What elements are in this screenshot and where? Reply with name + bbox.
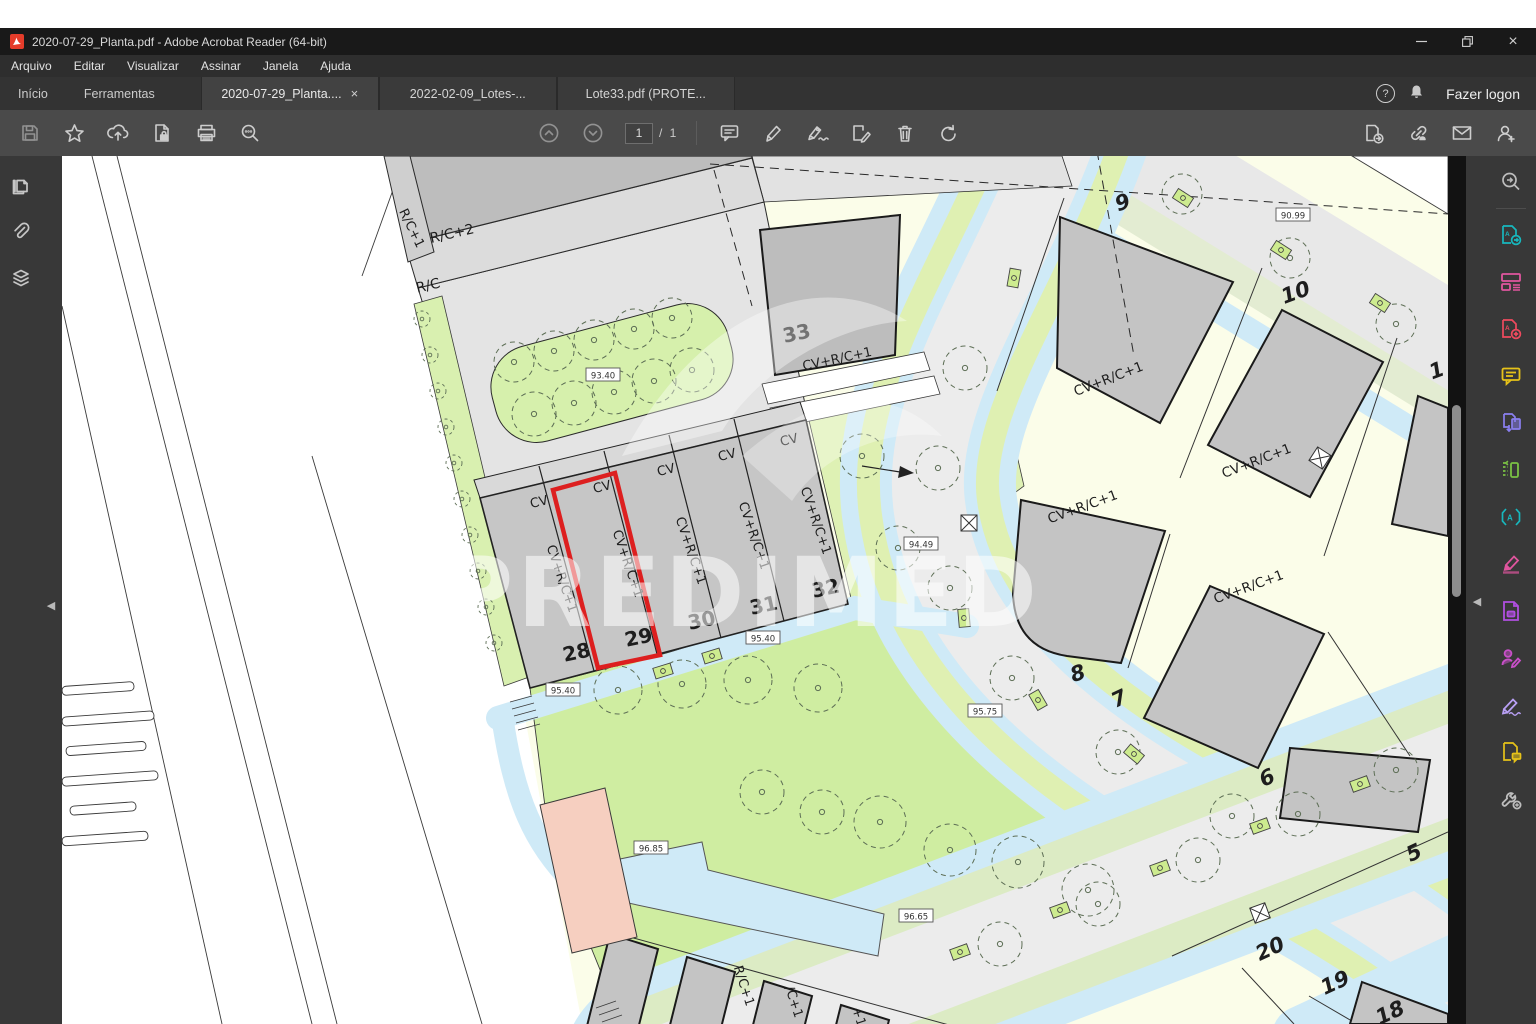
protect-pdf-icon[interactable] [1494,594,1528,628]
email-icon[interactable] [1445,116,1479,150]
minimize-button[interactable] [1398,28,1444,55]
toolbar: 1 / 1 [0,110,1536,157]
svg-text:95.40: 95.40 [551,687,575,697]
star-favorite-icon[interactable] [57,116,91,150]
help-icon[interactable]: ? [1376,84,1395,103]
tab-ferramentas[interactable]: Ferramentas [66,77,173,110]
create-pdf-icon[interactable]: A [1494,312,1528,346]
organize-pages-icon[interactable] [1494,265,1528,299]
signature-pen-icon[interactable] [800,116,834,150]
comment-tool-icon[interactable] [1494,359,1528,393]
tab-document-lote33[interactable]: Lote33.pdf (PROTE... [557,77,735,110]
comment-bubble-icon[interactable] [712,116,746,150]
next-page-icon[interactable] [576,116,610,150]
share-link-icon[interactable] [1401,116,1435,150]
page-thumbnails-icon[interactable] [2,168,40,204]
tab-document-lotes[interactable]: 2022-02-09_Lotes-... [379,77,557,110]
notifications-bell-icon[interactable] [1409,84,1424,103]
scrollbar-thumb[interactable] [1452,405,1461,597]
highlighter-icon[interactable] [756,116,790,150]
svg-text:A: A [1505,325,1510,332]
highlight-tool-icon[interactable] [1494,547,1528,581]
svg-text:96.85: 96.85 [639,845,663,855]
save-icon[interactable] [13,116,47,150]
attachments-paperclip-icon[interactable] [2,214,40,250]
combine-files-icon[interactable] [1494,406,1528,440]
sign-in-link[interactable]: Fazer logon [1438,86,1520,102]
menu-janela[interactable]: Janela [252,59,309,73]
tab-document-planta[interactable]: 2020-07-29_Planta.... × [201,77,379,110]
svg-text:A: A [1505,231,1510,238]
search-tools-icon[interactable] [1494,165,1528,199]
pdf-canvas[interactable]: R/C+1R/C+2R/C33CV+R/C+1CVCVCVCVCVCV+R/C+… [62,156,1448,1024]
svg-text:A: A [1507,514,1513,523]
page-count: / 1 [659,126,678,140]
export-recent-file-icon[interactable] [1357,116,1391,150]
export-pdf-icon[interactable]: A [1494,218,1528,252]
menu-editar[interactable]: Editar [63,59,116,73]
restore-button[interactable] [1444,28,1490,55]
rotate-page-icon[interactable] [932,116,966,150]
page-number-input[interactable]: 1 [625,123,653,144]
collapse-right-panel-arrow[interactable]: ◀ [1470,593,1484,609]
tab-inicio[interactable]: Início [0,77,66,110]
send-for-comments-icon[interactable] [1494,735,1528,769]
menu-ajuda[interactable]: Ajuda [309,59,362,73]
previous-page-icon[interactable] [532,116,566,150]
menu-assinar[interactable]: Assinar [190,59,252,73]
svg-text:90.99: 90.99 [1281,212,1305,222]
tab-bar: Início Ferramentas 2020-07-29_Planta....… [0,77,1536,110]
add-account-icon[interactable] [1489,116,1523,150]
svg-text:95.75: 95.75 [973,708,997,718]
more-tools-icon[interactable] [1494,782,1528,816]
menu-arquivo[interactable]: Arquivo [0,59,63,73]
fill-sign-icon[interactable] [844,116,878,150]
close-tab-icon[interactable]: × [351,86,359,101]
menu-bar: Arquivo Editar Visualizar Assinar Janela… [0,55,1536,77]
file-protect-icon[interactable] [145,116,179,150]
request-signatures-icon[interactable] [1494,641,1528,675]
edit-pdf-icon[interactable] [1494,453,1528,487]
tools-panel-rail: A A A [1466,156,1536,1024]
delete-trash-icon[interactable] [888,116,922,150]
svg-text:93.40: 93.40 [591,372,615,382]
svg-text:IPREDIMED: IPREDIMED [403,537,1041,649]
desktop-strip [0,0,1536,28]
layers-icon[interactable] [2,260,40,296]
acrobat-pdf-icon [10,34,24,49]
collapse-left-panel-arrow[interactable]: ◀ [44,597,58,613]
svg-text:96.65: 96.65 [904,913,928,923]
print-icon[interactable] [189,116,223,150]
find-zoom-icon[interactable] [233,116,267,150]
title-bar: 2020-07-29_Planta.pdf - Adobe Acrobat Re… [0,28,1536,55]
window-title: 2020-07-29_Planta.pdf - Adobe Acrobat Re… [32,35,327,49]
left-panel-rail [0,156,62,1024]
compress-pdf-icon[interactable]: A [1494,500,1528,534]
sign-pen-icon[interactable] [1494,688,1528,722]
menu-visualizar[interactable]: Visualizar [116,59,190,73]
close-button[interactable]: × [1490,28,1536,55]
share-cloud-upload-icon[interactable] [101,116,135,150]
